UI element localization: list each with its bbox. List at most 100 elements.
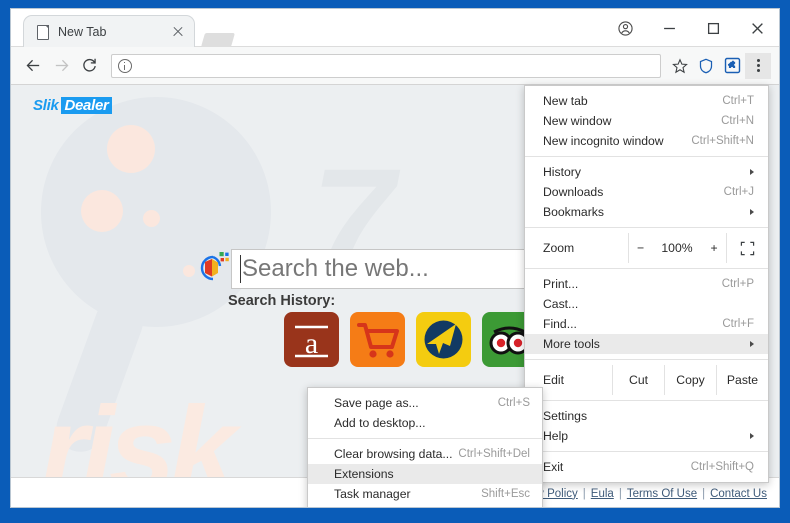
zoom-label: Zoom [543, 241, 575, 255]
new-tab-button[interactable] [200, 33, 236, 47]
three-dot-menu-icon[interactable] [745, 52, 771, 79]
footer-link-terms-of-use[interactable]: Terms Of Use [627, 488, 697, 500]
amazon-icon[interactable]: a [284, 312, 339, 367]
menu-item-label: New tab [543, 94, 588, 108]
menu-item-new-tab[interactable]: New tab Ctrl+T [525, 91, 768, 111]
chrome-main-menu: New tab Ctrl+T New window Ctrl+N New inc… [524, 85, 769, 483]
browser-toolbar [11, 47, 779, 85]
footer-link-contact-us[interactable]: Contact Us [710, 488, 767, 500]
menu-separator [525, 156, 768, 157]
menu-item-label: Help [543, 429, 569, 443]
menu-item-task-manager[interactable]: Task manager Shift+Esc [308, 484, 542, 504]
search-history-icons: a [284, 312, 537, 367]
forward-arrow-icon[interactable] [47, 52, 75, 80]
zoom-in-button[interactable]: + [702, 233, 726, 263]
window-controls [603, 9, 779, 47]
menu-item-label: Extensions [334, 467, 394, 481]
decorative-blob [107, 125, 155, 173]
menu-item-settings[interactable]: Settings [525, 406, 768, 426]
close-button[interactable] [735, 9, 779, 47]
menu-item-add-to-desktop[interactable]: Add to desktop... [308, 413, 542, 433]
extension-icon[interactable] [719, 53, 745, 79]
copy-button[interactable]: Copy [664, 365, 716, 395]
footer-sep: | [582, 487, 586, 500]
menu-item-bookmarks[interactable]: Bookmarks [525, 202, 768, 222]
footer-sep: | [618, 487, 622, 500]
back-arrow-icon[interactable] [19, 52, 47, 80]
menu-item-clear-browsing-data[interactable]: Clear browsing data... Ctrl+Shift+Del [308, 444, 542, 464]
menu-item-new-incognito-window[interactable]: New incognito window Ctrl+Shift+N [525, 131, 768, 151]
menu-separator [525, 400, 768, 401]
zoom-percent: 100% [661, 241, 693, 255]
menu-separator [525, 227, 768, 228]
menu-item-accelerator: Ctrl+Shift+N [691, 135, 754, 147]
search-placeholder: Search the web... [242, 255, 429, 282]
menu-separator [308, 438, 542, 439]
page-favicon-icon [36, 24, 50, 40]
menu-item-accelerator: Ctrl+P [721, 278, 754, 290]
menu-item-new-window[interactable]: New window Ctrl+N [525, 111, 768, 131]
menu-separator [525, 451, 768, 452]
paste-button[interactable]: Paste [716, 365, 768, 395]
footer-link-eula[interactable]: Eula [591, 488, 614, 500]
shield-icon[interactable] [693, 53, 719, 79]
menu-item-label: Add to desktop... [334, 416, 426, 430]
chevron-right-icon [750, 169, 754, 175]
chevron-right-icon [750, 341, 754, 347]
tab-new-tab[interactable]: New Tab [23, 15, 195, 47]
menu-row-edit: Edit Cut Copy Paste [525, 365, 768, 395]
menu-item-exit[interactable]: Exit Ctrl+Shift+Q [525, 457, 768, 477]
menu-item-accelerator: Ctrl+F [722, 318, 754, 330]
address-bar[interactable] [111, 53, 661, 78]
shopping-cart-icon[interactable] [350, 312, 405, 367]
menu-item-downloads[interactable]: Downloads Ctrl+J [525, 182, 768, 202]
tab-close-icon[interactable] [170, 24, 186, 40]
more-tools-submenu: Save page as... Ctrl+S Add to desktop...… [307, 387, 543, 507]
menu-item-accelerator: Ctrl+Shift+Del [458, 448, 530, 460]
menu-item-save-page-as[interactable]: Save page as... Ctrl+S [308, 393, 542, 413]
menu-item-more-tools[interactable]: More tools [525, 334, 768, 354]
tab-strip: New Tab [11, 9, 779, 47]
menu-item-label: Clear browsing data... [334, 447, 453, 461]
menu-item-label: Print... [543, 277, 579, 291]
menu-item-label: Find... [543, 317, 577, 331]
profile-icon[interactable] [603, 9, 647, 47]
menu-item-find[interactable]: Find... Ctrl+F [525, 314, 768, 334]
menu-item-history[interactable]: History [525, 162, 768, 182]
menu-item-print[interactable]: Print... Ctrl+P [525, 274, 768, 294]
search-engine-logo-icon [191, 248, 231, 290]
site-logo-part2: Dealer [61, 97, 112, 114]
reload-icon[interactable] [75, 52, 103, 80]
airplane-icon[interactable] [416, 312, 471, 367]
tab-title: New Tab [58, 24, 107, 39]
star-icon[interactable] [667, 53, 693, 79]
text-caret [240, 255, 241, 283]
menu-item-accelerator: Ctrl+T [722, 95, 754, 107]
menu-item-cast[interactable]: Cast... [525, 294, 768, 314]
menu-item-accelerator: Ctrl+Shift+Q [690, 461, 754, 473]
menu-item-accelerator: Ctrl+N [721, 115, 754, 127]
menu-item-label: More tools [543, 337, 600, 351]
decorative-blob [143, 210, 160, 227]
menu-item-accelerator: Ctrl+S [497, 397, 530, 409]
menu-item-accelerator: Ctrl+J [723, 186, 754, 198]
minimize-button[interactable] [647, 9, 691, 47]
menu-row-zoom: Zoom − 100% + [525, 233, 768, 263]
site-info-icon[interactable] [118, 58, 132, 73]
maximize-button[interactable] [691, 9, 735, 47]
menu-item-label: Task manager [334, 487, 411, 501]
site-logo[interactable]: Slik Dealer [33, 97, 112, 114]
menu-item-label: Cast... [543, 297, 579, 311]
menu-item-extensions[interactable]: Extensions [308, 464, 542, 484]
zoom-out-button[interactable]: − [628, 233, 652, 263]
decorative-blob [81, 190, 123, 232]
browser-window: New Tab 7 risk Slik Dealer Search the we… [10, 8, 780, 508]
menu-item-help[interactable]: Help [525, 426, 768, 446]
desktop-background: New Tab 7 risk Slik Dealer Search the we… [0, 0, 790, 523]
menu-item-label: Exit [543, 460, 564, 474]
site-logo-part1: Slik [33, 97, 59, 114]
fullscreen-icon[interactable] [726, 233, 768, 263]
menu-item-label: Bookmarks [543, 205, 604, 219]
menu-separator [525, 359, 768, 360]
cut-button[interactable]: Cut [612, 365, 664, 395]
